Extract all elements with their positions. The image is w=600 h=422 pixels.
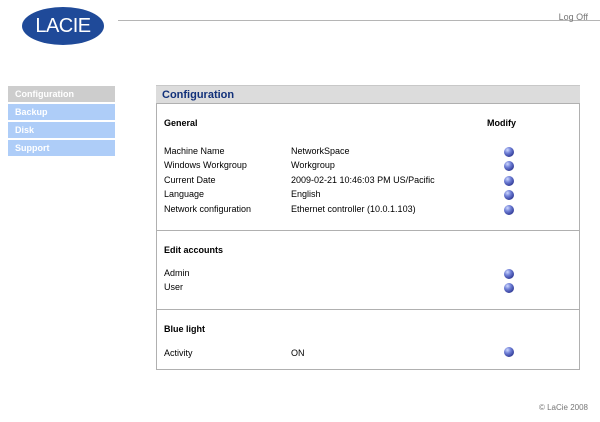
- row-label-activity: Activity: [164, 348, 193, 358]
- modify-current-date-button[interactable]: [504, 176, 514, 186]
- configuration-panel: General Modify Machine Name NetworkSpace…: [156, 103, 580, 370]
- nav-item-support[interactable]: Support: [8, 140, 115, 156]
- lacie-logo: LACIE: [22, 7, 104, 45]
- row-value-activity: ON: [291, 348, 305, 358]
- modify-machine-name-button[interactable]: [504, 147, 514, 157]
- row-value-language: English: [291, 189, 321, 199]
- row-label-network-configuration: Network configuration: [164, 204, 252, 214]
- modify-user-button[interactable]: [504, 283, 514, 293]
- nav-item-disk[interactable]: Disk: [8, 122, 115, 138]
- row-value-current-date: 2009-02-21 10:46:03 PM US/Pacific: [291, 175, 435, 185]
- section-title-blue-light: Blue light: [164, 324, 205, 334]
- panel-header: Configuration: [156, 85, 580, 103]
- nav-item-backup[interactable]: Backup: [8, 104, 115, 120]
- panel-title: Configuration: [162, 89, 235, 101]
- row-value-windows-workgroup: Workgroup: [291, 160, 335, 170]
- row-label-windows-workgroup: Windows Workgroup: [164, 160, 247, 170]
- header-divider: [118, 20, 600, 21]
- row-label-language: Language: [164, 189, 205, 199]
- row-value-network-configuration: Ethernet controller (10.0.1.103): [291, 204, 416, 214]
- section-title-edit-accounts: Edit accounts: [164, 245, 224, 255]
- row-label-admin: Admin: [164, 268, 190, 278]
- section-divider: [157, 309, 579, 310]
- modify-admin-button[interactable]: [504, 269, 514, 279]
- logo-text: LACIE: [35, 14, 91, 37]
- section-title-general: General: [164, 118, 198, 128]
- modify-network-configuration-button[interactable]: [504, 205, 514, 215]
- row-label-user: User: [164, 282, 184, 292]
- logoff-link[interactable]: Log Off: [559, 12, 588, 22]
- section-divider: [157, 230, 579, 231]
- nav-item-configuration[interactable]: Configuration: [8, 86, 115, 102]
- modify-activity-button[interactable]: [504, 347, 514, 357]
- sidebar-nav: Configuration Backup Disk Support: [8, 86, 115, 158]
- row-label-current-date: Current Date: [164, 175, 216, 185]
- copyright-footer: © LaCie 2008: [538, 403, 588, 412]
- row-label-machine-name: Machine Name: [164, 146, 225, 156]
- row-value-machine-name: NetworkSpace: [291, 146, 350, 156]
- modify-windows-workgroup-button[interactable]: [504, 161, 514, 171]
- modify-language-button[interactable]: [504, 190, 514, 200]
- modify-column-header: Modify: [487, 118, 516, 128]
